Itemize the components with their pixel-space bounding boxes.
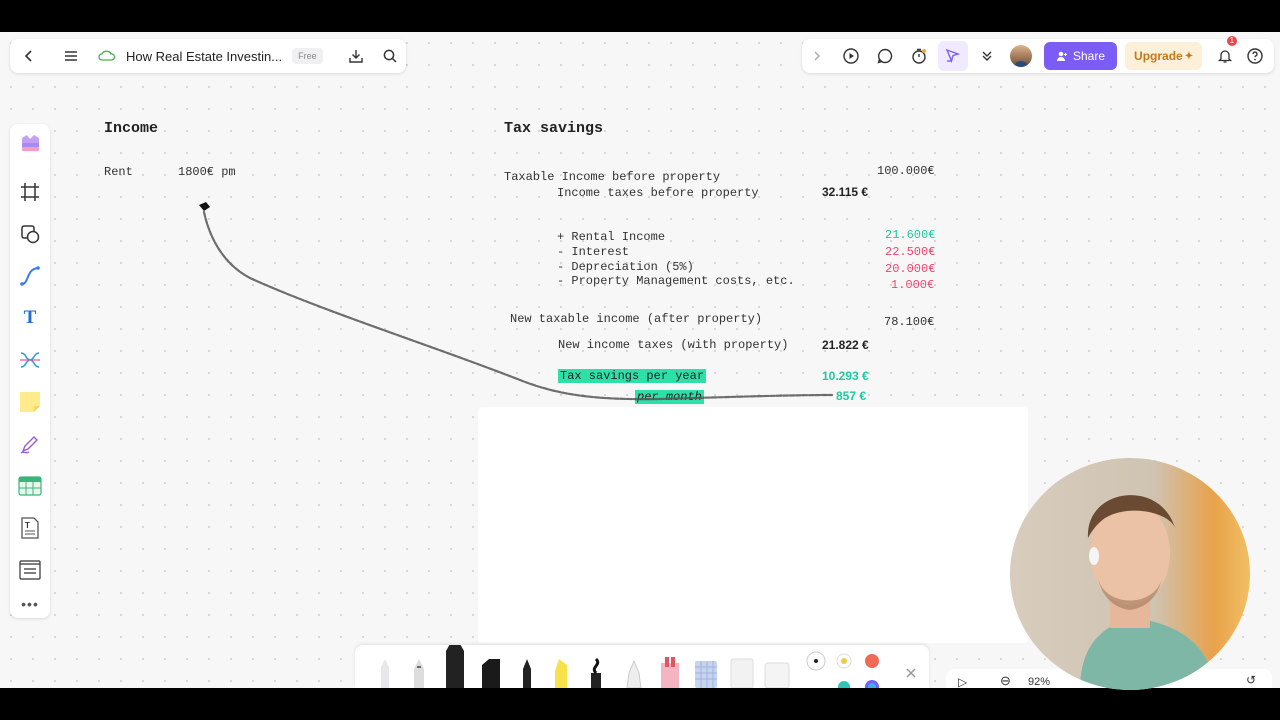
pastel-icon[interactable]	[626, 659, 642, 689]
pen-tray	[355, 633, 929, 694]
crayon-icon[interactable]	[661, 657, 679, 688]
play-icon[interactable]: ▷	[958, 675, 967, 689]
pencil-cursor-icon	[199, 202, 210, 211]
close-icon[interactable]	[906, 668, 916, 678]
color-black-swatch[interactable]	[806, 651, 826, 671]
presenter-video-icon	[1080, 495, 1215, 690]
history-icon[interactable]: ↺	[1246, 673, 1256, 687]
eraser-icon[interactable]	[764, 662, 790, 689]
marker-icon[interactable]	[482, 659, 500, 688]
color-teal-swatch[interactable]	[838, 681, 850, 693]
pencil-tool-icon[interactable]	[446, 633, 464, 688]
color-picker-swatch[interactable]	[865, 680, 879, 694]
fountain-pen-icon[interactable]	[414, 659, 424, 688]
thin-marker-icon[interactable]	[523, 659, 531, 688]
highlighter-icon[interactable]	[555, 659, 567, 688]
ballpoint-pen-icon[interactable]	[381, 659, 389, 688]
zoom-out-icon[interactable]: ⊖	[1000, 673, 1011, 689]
zoom-level[interactable]: 92%	[1028, 676, 1050, 688]
blank-card[interactable]	[478, 407, 1028, 643]
webcam-overlay	[1010, 458, 1250, 690]
brush-icon[interactable]	[591, 657, 601, 688]
color-yellow-swatch[interactable]	[836, 653, 852, 669]
ruler-icon[interactable]	[730, 658, 754, 689]
color-red-swatch[interactable]	[865, 654, 879, 668]
pattern-tool-icon[interactable]	[695, 661, 717, 688]
